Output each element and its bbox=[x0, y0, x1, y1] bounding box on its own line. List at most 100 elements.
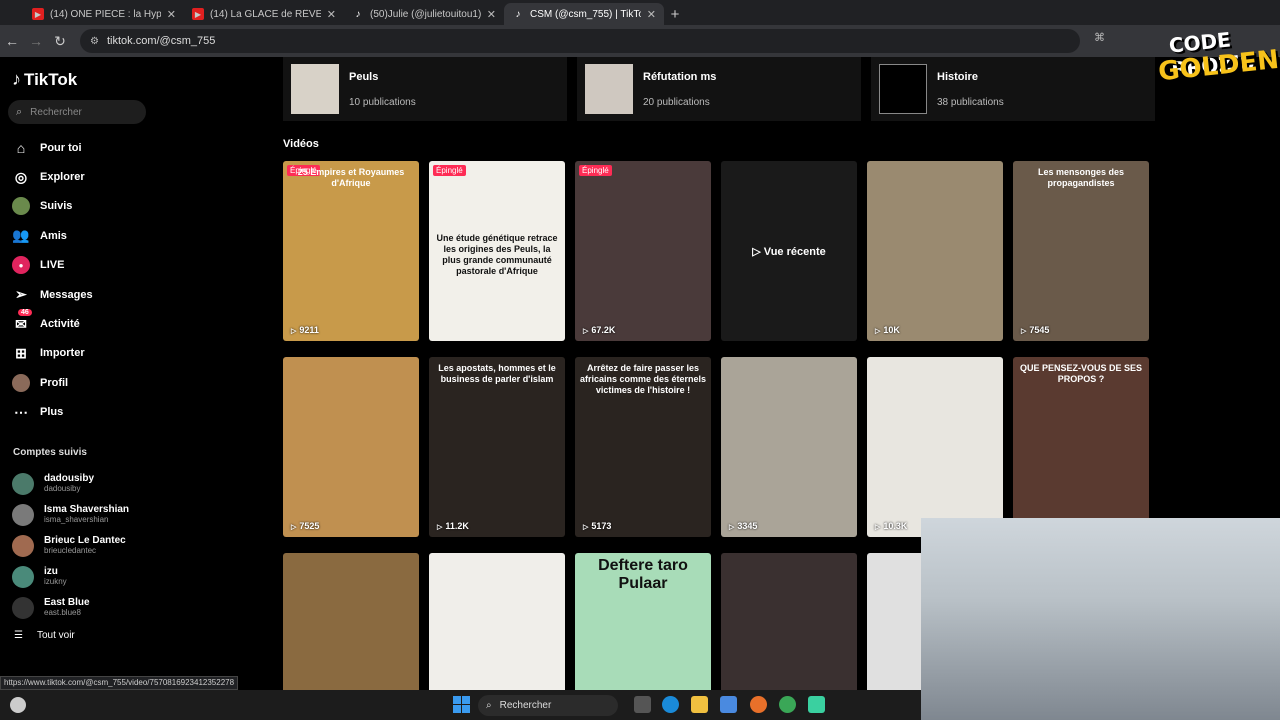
address-bar-row: ← → ↻ ⚙ tiktok.com/@csm_755 ⌘ bbox=[0, 25, 1280, 57]
video-card[interactable]: Épinglé Une étude génétique retrace les o… bbox=[429, 161, 565, 341]
translate-icon[interactable]: ⌘ bbox=[1094, 31, 1105, 44]
taskbar-search[interactable]: ⌕ Rechercher bbox=[478, 695, 618, 716]
video-card[interactable]: Épinglé ▷ 67.2K bbox=[575, 161, 711, 341]
close-icon[interactable]: ✕ bbox=[647, 8, 656, 21]
site-info-icon[interactable]: ⚙ bbox=[90, 36, 99, 47]
browser-tab-active[interactable]: ♪ CSM (@csm_755) | TikTok ✕ bbox=[504, 3, 664, 25]
video-card[interactable] bbox=[283, 553, 419, 690]
following-account[interactable]: East Blue east.blue8 bbox=[12, 592, 262, 623]
app-icon[interactable] bbox=[808, 696, 825, 713]
playlist-card[interactable]: Réfutation ms 20 publications bbox=[577, 57, 861, 121]
view-count-value: 7525 bbox=[299, 521, 320, 531]
nav-label: Activité bbox=[40, 318, 80, 331]
following-account[interactable]: Isma Shavershian isma_shavershian bbox=[12, 499, 262, 530]
view-count: ▷ 10.3K bbox=[875, 521, 907, 531]
video-card[interactable]: ▷ 10K bbox=[867, 161, 1003, 341]
url-field[interactable]: ⚙ tiktok.com/@csm_755 ⌘ bbox=[80, 29, 1105, 53]
tiktok-logo[interactable]: ♪ TikTok bbox=[12, 69, 77, 90]
video-card[interactable]: ▷ 10.3K bbox=[867, 357, 1003, 537]
nav-item-activite[interactable]: ✉ 46 Activité bbox=[0, 309, 265, 338]
store-icon[interactable] bbox=[720, 696, 737, 713]
video-card[interactable] bbox=[429, 553, 565, 690]
following-account[interactable]: izu izukny bbox=[12, 561, 262, 592]
nav-item-pour-toi[interactable]: ⌂ Pour toi bbox=[0, 133, 265, 162]
forward-button[interactable]: → bbox=[24, 29, 48, 53]
videos-section-title: Vidéos bbox=[283, 138, 319, 150]
widgets-icon[interactable] bbox=[10, 697, 26, 713]
nav-item-importer[interactable]: ⊞ Importer bbox=[0, 339, 265, 368]
video-card[interactable]: Deftere taro Pulaar bbox=[575, 553, 711, 690]
search-input[interactable]: ⌕ Rechercher bbox=[8, 100, 146, 124]
video-caption: Les apostats, hommes et le business de p… bbox=[438, 363, 556, 384]
see-all-label: Tout voir bbox=[36, 629, 75, 641]
profile-avatar-icon bbox=[12, 373, 30, 392]
tab-title: (50)Julie (@julietouitou1) | TikTok bbox=[370, 8, 481, 20]
back-button[interactable]: ← bbox=[0, 29, 24, 53]
taskbar-search-label: Rechercher bbox=[499, 700, 552, 711]
video-caption: 25 Empires et Royaumes d'Afrique bbox=[297, 167, 405, 188]
view-count-value: 10K bbox=[883, 325, 900, 335]
playlist-thumbnail bbox=[291, 64, 339, 114]
video-card[interactable]: ▷ Vue récente bbox=[721, 161, 857, 341]
nav-item-live[interactable]: ● LIVE bbox=[0, 251, 265, 280]
close-icon[interactable]: ✕ bbox=[327, 8, 336, 21]
recent-view-label: ▷ Vue récente bbox=[752, 246, 826, 258]
nav-item-plus[interactable]: ⋯ Plus bbox=[0, 398, 265, 427]
inbox-icon: ✉ 46 bbox=[12, 309, 32, 333]
home-icon: ⌂ bbox=[16, 139, 26, 156]
recent-label-text: Vue récente bbox=[763, 246, 826, 258]
playlist-card[interactable]: Peuls 10 publications bbox=[283, 57, 567, 121]
video-caption: Une étude génétique retrace les origines… bbox=[436, 233, 558, 276]
video-card[interactable]: Les apostats, hommes et le business de p… bbox=[429, 357, 565, 537]
video-card[interactable]: ▷ 3345 bbox=[721, 357, 857, 537]
youtube-icon: ▶ bbox=[192, 8, 204, 20]
following-account[interactable]: Brieuc Le Dantec brieucledantec bbox=[12, 530, 262, 561]
start-icon[interactable] bbox=[453, 696, 470, 713]
close-icon[interactable]: ✕ bbox=[167, 8, 176, 21]
nav-item-explorer[interactable]: ◎ Explorer bbox=[0, 162, 265, 191]
nav-label: LIVE bbox=[40, 259, 65, 272]
video-card[interactable]: Arrêtez de faire passer les africains co… bbox=[575, 357, 711, 537]
task-view-icon[interactable] bbox=[634, 696, 651, 713]
view-count-value: 7545 bbox=[1029, 325, 1050, 335]
nav-item-profil[interactable]: Profil bbox=[0, 368, 265, 397]
pinned-badge: Épinglé bbox=[433, 165, 466, 176]
close-icon[interactable]: ✕ bbox=[487, 8, 496, 21]
firefox-icon[interactable] bbox=[750, 696, 767, 713]
view-count-value: 3345 bbox=[737, 521, 758, 531]
avatar bbox=[12, 503, 34, 526]
avatar bbox=[12, 472, 34, 495]
see-all-button[interactable]: ☰ Tout voir bbox=[12, 623, 262, 647]
nav-list: ⌂ Pour toi ◎ Explorer Suivis 👥 Amis ● LI… bbox=[0, 133, 265, 427]
browser-tab[interactable]: ▶ (14) La GLACE de RÊVE des TUN ✕ bbox=[184, 3, 344, 25]
nav-label: Explorer bbox=[40, 171, 85, 184]
reload-button[interactable]: ↻ bbox=[48, 29, 72, 53]
chrome-icon[interactable] bbox=[779, 696, 796, 713]
webcam-overlay bbox=[921, 518, 1280, 720]
view-count-value: 10.3K bbox=[883, 521, 908, 531]
play-icon: ▷ bbox=[875, 524, 881, 531]
video-card[interactable] bbox=[721, 553, 857, 690]
video-card[interactable]: Les mensonges des propagandistes ▷ 7545 bbox=[1013, 161, 1149, 341]
avatar bbox=[12, 534, 34, 557]
file-explorer-icon[interactable] bbox=[691, 696, 708, 713]
view-count: ▷ 7525 bbox=[291, 521, 319, 531]
play-icon: ▷ bbox=[729, 524, 735, 531]
live-icon: ● bbox=[12, 256, 30, 275]
new-tab-button[interactable]: + bbox=[664, 3, 686, 25]
edge-icon[interactable] bbox=[662, 696, 679, 713]
video-card[interactable]: ▷ 7525 bbox=[283, 357, 419, 537]
search-icon: ⌕ bbox=[16, 105, 23, 118]
video-card[interactable]: Épinglé 25 Empires et Royaumes d'Afrique ▷… bbox=[283, 161, 419, 341]
play-icon: ▷ bbox=[291, 328, 297, 335]
account-name: East Blue bbox=[44, 596, 90, 608]
browser-tab[interactable]: ▶ (14) ONE PIECE : la Hype review ✕ bbox=[24, 3, 184, 25]
tiktok-icon: ♪ bbox=[12, 69, 21, 89]
video-card[interactable]: QUE PENSEZ-VOUS DE SES PROPOS ? bbox=[1013, 357, 1149, 537]
browser-tab[interactable]: ♪ (50)Julie (@julietouitou1) | TikTok ✕ bbox=[344, 3, 504, 25]
nav-item-amis[interactable]: 👥 Amis bbox=[0, 221, 265, 250]
account-handle: dadousiby bbox=[44, 483, 81, 493]
nav-item-messages[interactable]: ➢ Messages bbox=[0, 280, 265, 309]
following-account[interactable]: dadousiby dadousiby bbox=[12, 468, 262, 499]
nav-item-suivis[interactable]: Suivis bbox=[0, 192, 265, 221]
